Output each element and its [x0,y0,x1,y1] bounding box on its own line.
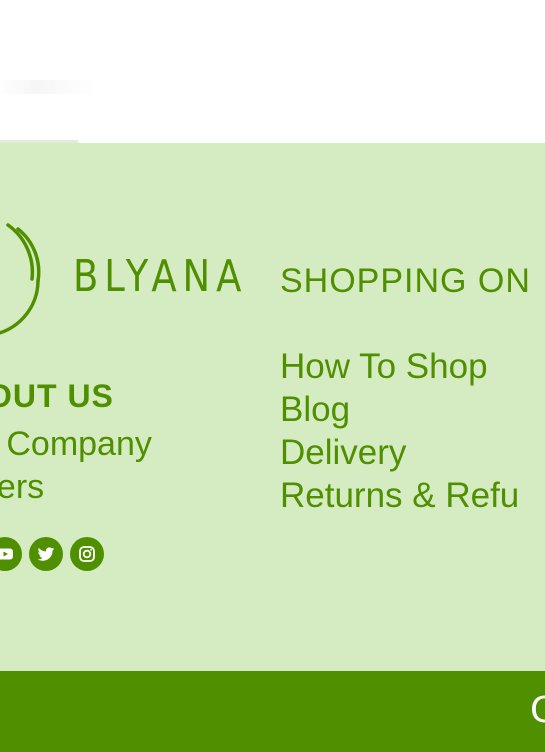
about-us-links: e Company eers [0,423,152,509]
social-links [0,537,104,571]
shop-link-delivery[interactable]: Delivery [280,431,519,474]
about-link-company[interactable]: e Company [0,423,152,466]
shopping-links: How To Shop Blog Delivery Returns & Refu [280,345,519,517]
bottom-bar-text: C [530,690,545,731]
top-blank-area [0,0,545,143]
twitter-icon[interactable] [29,537,63,571]
bottom-bar: C [0,671,545,752]
shop-link-how-to-shop[interactable]: How To Shop [280,345,519,388]
site-footer: BLYANA OUT US e Company eers [0,143,545,671]
page: BLYANA OUT US e Company eers [0,0,545,752]
about-link-careers[interactable]: eers [0,466,152,509]
instagram-icon[interactable] [70,537,104,571]
youtube-icon[interactable] [0,537,22,571]
about-us-heading: OUT US [0,378,114,414]
shopping-online-heading: SHOPPING ON [280,262,531,300]
shop-link-returns[interactable]: Returns & Refu [280,474,519,517]
logo-wordmark[interactable]: BLYANA [73,255,247,299]
shop-link-blog[interactable]: Blog [280,388,519,431]
faint-divider [0,80,96,94]
